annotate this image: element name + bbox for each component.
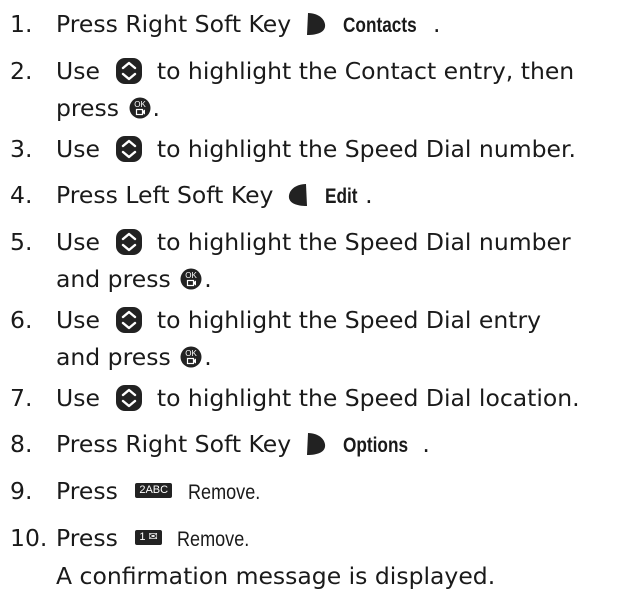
step-punct: .	[432, 10, 441, 38]
step-text: to highlight the Speed Dial location.	[156, 384, 580, 412]
step-10: 10. Press 1 ✉ Remove. A confirmation mes…	[10, 520, 627, 595]
step-7: 7. Use to highlight the Speed Dial locat…	[10, 380, 627, 417]
step-text: Use	[56, 135, 100, 163]
step-number: 8.	[10, 430, 33, 458]
step-text: Use	[56, 57, 100, 85]
key-label-contacts: Contacts	[343, 14, 417, 37]
nav-up-down-icon	[115, 306, 143, 334]
step-number: 9.	[10, 477, 33, 505]
nav-up-down-icon	[115, 384, 143, 412]
ok-key-icon	[129, 97, 151, 119]
step-5: 5. Use to highlight the Speed Dial numbe…	[10, 224, 627, 298]
step-punct: .	[365, 181, 373, 209]
step-2: 2. Use to highlight the Contact entry, t…	[10, 53, 627, 127]
nav-up-down-icon	[115, 57, 143, 85]
key-label-edit: Edit	[325, 185, 358, 208]
step-9: 9. Press 2ABC Remove.	[10, 473, 627, 511]
key-2abc: 2ABC	[135, 483, 173, 498]
ok-key-icon	[180, 346, 202, 368]
step-punct: .	[152, 94, 160, 122]
step-punct: .	[422, 430, 430, 458]
step-number: 7.	[10, 384, 33, 412]
key-1-label: 1	[139, 531, 146, 543]
nav-up-down-icon	[115, 135, 143, 163]
step-1: 1. Press Right Soft Key Contacts.	[10, 6, 627, 44]
step-number: 3.	[10, 135, 33, 163]
step-text: Press Left Soft Key	[56, 181, 274, 209]
envelope-icon: ✉	[148, 531, 158, 543]
step-text: Press	[56, 477, 118, 505]
key-label-options: Options	[343, 434, 409, 457]
step-3: 3. Use to highlight the Speed Dial numbe…	[10, 131, 627, 168]
right-soft-key-icon	[305, 431, 327, 457]
step-text: to highlight the Speed Dial number	[156, 228, 571, 256]
step-text: Use	[56, 384, 100, 412]
step-text: press	[56, 94, 120, 122]
step-text: to highlight the Speed Dial number.	[156, 135, 576, 163]
step-text: and press	[56, 343, 171, 371]
step-6: 6. Use to highlight the Speed Dial entry…	[10, 302, 627, 376]
step-text: Use	[56, 306, 100, 334]
option-remove: Remove.	[187, 481, 260, 504]
step-text: to highlight the Speed Dial entry	[156, 306, 542, 334]
step-number: 4.	[10, 181, 33, 209]
instruction-steps: 1. Press Right Soft Key Contacts. 2. Use…	[0, 0, 627, 595]
step-text: and press	[56, 265, 171, 293]
left-soft-key-icon	[287, 182, 309, 208]
step-text: Press	[56, 524, 118, 552]
step-number: 1.	[10, 10, 33, 38]
option-remove: Remove.	[177, 528, 250, 551]
step-text: Use	[56, 228, 100, 256]
step-text: Press Right Soft Key	[56, 10, 292, 38]
step-text: Press Right Soft Key	[56, 430, 292, 458]
confirmation-text: A confirmation message is displayed.	[56, 562, 496, 590]
step-number: 5.	[10, 228, 33, 256]
step-8: 8. Press Right Soft Key Options.	[10, 426, 627, 464]
step-number: 2.	[10, 57, 33, 85]
step-punct: .	[204, 265, 212, 293]
key-1: 1 ✉	[135, 530, 162, 545]
nav-up-down-icon	[115, 228, 143, 256]
step-number: 6.	[10, 306, 33, 334]
step-punct: .	[204, 343, 212, 371]
right-soft-key-icon	[305, 11, 327, 37]
step-number: 10.	[10, 524, 48, 552]
ok-key-icon	[180, 268, 202, 290]
step-text: to highlight the Contact entry, then	[156, 57, 575, 85]
step-4: 4. Press Left Soft Key Edit.	[10, 177, 627, 215]
